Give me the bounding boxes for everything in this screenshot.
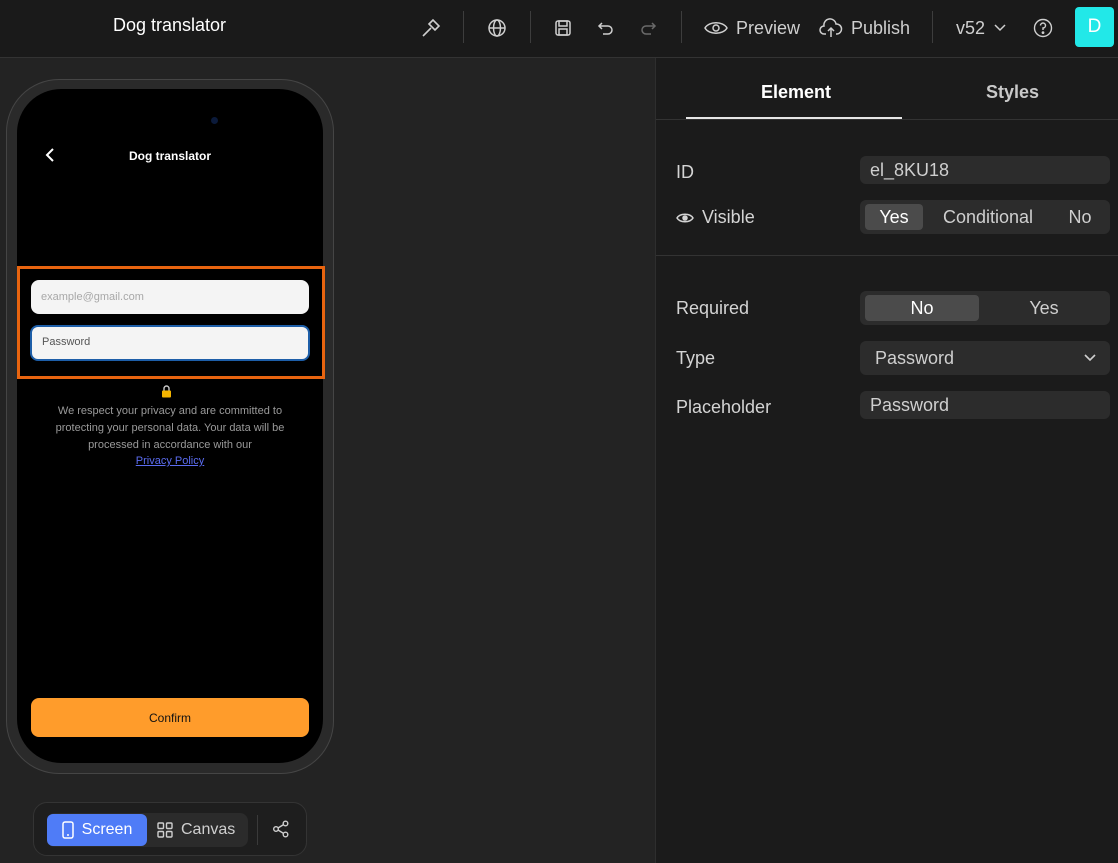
globe-icon[interactable] <box>483 14 511 42</box>
help-icon[interactable] <box>1029 14 1057 42</box>
screen-title: Dog translator <box>128 149 211 163</box>
required-label: Required <box>676 298 750 318</box>
preview-label: Preview <box>736 17 801 38</box>
version-dropdown[interactable]: v52 <box>956 14 1007 42</box>
properties-panel: Element Styles ID el_8KU18 Visible Yes C… <box>655 58 1118 863</box>
divider <box>656 255 1118 256</box>
avatar[interactable]: D <box>1075 7 1114 47</box>
divider <box>932 11 933 43</box>
canvas-view-button[interactable]: Canvas <box>157 814 247 846</box>
tab-element[interactable]: Element <box>761 82 831 103</box>
top-bar: Dog translator Preview Publish v52 D <box>0 0 1118 58</box>
visible-no[interactable]: No <box>1058 204 1102 230</box>
divider <box>463 11 464 43</box>
grid-icon <box>157 822 173 838</box>
visible-yes[interactable]: Yes <box>865 204 923 230</box>
phone-icon <box>61 821 74 839</box>
save-icon[interactable] <box>549 14 577 42</box>
id-label: ID <box>676 162 694 182</box>
cloud-upload-icon <box>819 18 843 37</box>
divider <box>656 119 1118 120</box>
placeholder-field[interactable]: Password <box>860 391 1110 419</box>
share-icon[interactable] <box>270 817 292 841</box>
privacy-policy-label[interactable]: Privacy Policy <box>136 455 204 467</box>
confirm-button[interactable]: Confirm <box>31 698 309 737</box>
screen-view-button[interactable]: Screen <box>47 814 147 846</box>
preview-button[interactable]: Preview <box>704 14 800 42</box>
divider <box>681 11 682 43</box>
visible-segmented: Yes Conditional No <box>860 200 1110 234</box>
publish-button[interactable]: Publish <box>819 14 910 42</box>
type-select[interactable]: Password <box>860 341 1110 375</box>
visible-conditional[interactable]: Conditional <box>935 204 1041 230</box>
bottom-toolbar: Screen Canvas <box>33 802 307 856</box>
chevron-down-icon <box>1084 354 1096 362</box>
publish-label: Publish <box>851 17 911 38</box>
app-title: Dog translator <box>113 15 227 35</box>
camera-dot <box>211 117 218 124</box>
lock-icon <box>161 385 172 401</box>
screen-label: Screen <box>81 821 133 838</box>
version-label: v52 <box>956 17 986 38</box>
visible-label: Visible <box>702 207 755 227</box>
type-label: Type <box>676 348 716 368</box>
email-field[interactable]: example@gmail.com <box>31 280 309 314</box>
id-field[interactable]: el_8KU18 <box>860 156 1110 184</box>
divider <box>530 11 531 43</box>
eye-icon <box>704 22 728 34</box>
password-field[interactable]: Password <box>30 325 310 361</box>
required-no[interactable]: No <box>865 295 979 321</box>
required-yes[interactable]: Yes <box>987 295 1101 321</box>
required-segmented: No Yes <box>860 291 1110 325</box>
divider <box>257 815 258 845</box>
canvas-label: Canvas <box>181 821 236 838</box>
chevron-down-icon <box>994 24 1006 32</box>
privacy-policy-link[interactable]: Privacy Policy <box>0 455 340 467</box>
redo-icon[interactable] <box>634 14 662 42</box>
eye-icon <box>676 213 694 222</box>
tab-styles[interactable]: Styles <box>986 82 1039 103</box>
hammer-icon[interactable] <box>417 14 445 42</box>
placeholder-label: Placeholder <box>676 397 772 417</box>
visible-label-row: Visible <box>676 207 755 228</box>
privacy-text: We respect your privacy and are committe… <box>55 405 285 451</box>
undo-icon[interactable] <box>592 14 620 42</box>
type-value: Password <box>875 347 955 368</box>
view-switcher: Screen Canvas <box>47 813 248 847</box>
